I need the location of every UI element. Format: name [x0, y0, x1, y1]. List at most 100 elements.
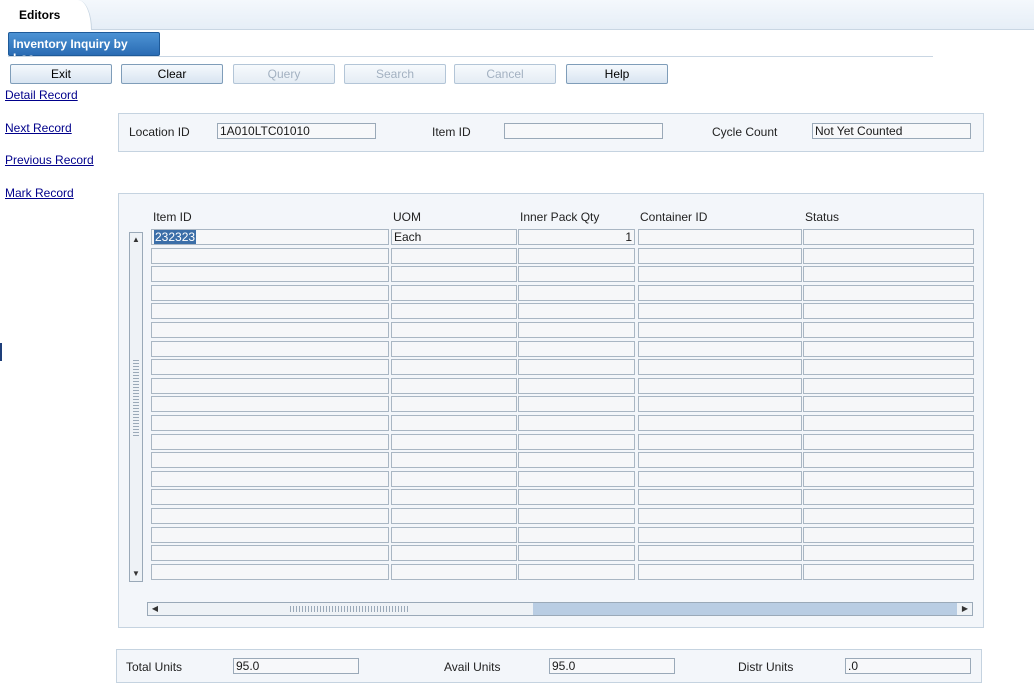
- cell-inner-pack-qty[interactable]: [518, 434, 635, 450]
- avail-units-field[interactable]: 95.0: [549, 658, 675, 674]
- cell-status[interactable]: [803, 303, 974, 319]
- cell-container-id[interactable]: [638, 359, 802, 375]
- cell-item-id[interactable]: [151, 508, 389, 524]
- cell-uom[interactable]: [391, 322, 517, 338]
- cell-uom[interactable]: [391, 248, 517, 264]
- cell-item-id[interactable]: [151, 489, 389, 505]
- cell-container-id[interactable]: [638, 341, 802, 357]
- clear-button[interactable]: Clear: [121, 64, 223, 84]
- cell-item-id[interactable]: [151, 303, 389, 319]
- cell-inner-pack-qty[interactable]: [518, 471, 635, 487]
- scroll-grip[interactable]: [133, 358, 139, 438]
- cell-container-id[interactable]: [638, 508, 802, 524]
- cell-status[interactable]: [803, 396, 974, 412]
- cell-item-id[interactable]: [151, 266, 389, 282]
- cell-container-id[interactable]: [638, 266, 802, 282]
- cell-container-id[interactable]: [638, 285, 802, 301]
- cycle-count-field[interactable]: Not Yet Counted: [812, 123, 971, 139]
- cell-status[interactable]: [803, 452, 974, 468]
- cell-uom[interactable]: [391, 285, 517, 301]
- cell-inner-pack-qty[interactable]: [518, 489, 635, 505]
- cell-status[interactable]: [803, 527, 974, 543]
- cell-status[interactable]: [803, 415, 974, 431]
- scroll-up-icon[interactable]: ▲: [130, 233, 142, 247]
- cell-item-id[interactable]: [151, 564, 389, 580]
- cell-uom[interactable]: [391, 471, 517, 487]
- grid-vertical-scrollbar[interactable]: ▲ ▼: [129, 232, 143, 582]
- cell-inner-pack-qty[interactable]: [518, 285, 635, 301]
- cell-status[interactable]: [803, 322, 974, 338]
- total-units-field[interactable]: 95.0: [233, 658, 359, 674]
- cell-item-id[interactable]: [151, 527, 389, 543]
- cell-inner-pack-qty[interactable]: [518, 378, 635, 394]
- cell-status[interactable]: [803, 471, 974, 487]
- cell-status[interactable]: [803, 266, 974, 282]
- cell-uom[interactable]: [391, 564, 517, 580]
- cell-status[interactable]: [803, 489, 974, 505]
- cell-inner-pack-qty[interactable]: [518, 359, 635, 375]
- cell-container-id[interactable]: [638, 527, 802, 543]
- scroll-grip-horizontal[interactable]: [288, 606, 408, 612]
- cell-uom[interactable]: [391, 545, 517, 561]
- cell-inner-pack-qty[interactable]: [518, 396, 635, 412]
- cell-status[interactable]: [803, 378, 974, 394]
- cell-item-id[interactable]: [151, 396, 389, 412]
- form-title-tab[interactable]: Inventory Inquiry by Loc...: [8, 32, 160, 65]
- cell-container-id[interactable]: [638, 471, 802, 487]
- cell-inner-pack-qty[interactable]: [518, 452, 635, 468]
- detail-record-link[interactable]: Detail Record: [5, 88, 78, 102]
- cell-status[interactable]: [803, 341, 974, 357]
- cell-container-id[interactable]: [638, 434, 802, 450]
- scroll-left-icon[interactable]: ◀: [148, 603, 162, 615]
- query-button[interactable]: Query: [233, 64, 335, 84]
- cell-uom[interactable]: [391, 415, 517, 431]
- exit-button[interactable]: Exit: [10, 64, 112, 84]
- cell-container-id[interactable]: [638, 489, 802, 505]
- cell-inner-pack-qty[interactable]: [518, 415, 635, 431]
- next-record-link[interactable]: Next Record: [5, 121, 72, 135]
- cell-status[interactable]: [803, 229, 974, 245]
- cell-status[interactable]: [803, 248, 974, 264]
- cell-uom[interactable]: [391, 303, 517, 319]
- cell-uom[interactable]: [391, 359, 517, 375]
- cell-item-id[interactable]: [151, 322, 389, 338]
- cell-container-id[interactable]: [638, 564, 802, 580]
- cell-item-id[interactable]: 232323: [151, 229, 389, 245]
- help-button[interactable]: Help: [566, 64, 668, 84]
- cell-status[interactable]: [803, 545, 974, 561]
- cell-inner-pack-qty[interactable]: [518, 303, 635, 319]
- cell-item-id[interactable]: [151, 341, 389, 357]
- cell-status[interactable]: [803, 564, 974, 580]
- cell-uom[interactable]: [391, 378, 517, 394]
- cell-container-id[interactable]: [638, 396, 802, 412]
- cell-uom[interactable]: [391, 527, 517, 543]
- cell-uom[interactable]: [391, 452, 517, 468]
- search-button[interactable]: Search: [344, 64, 446, 84]
- cell-item-id[interactable]: [151, 285, 389, 301]
- cell-item-id[interactable]: [151, 452, 389, 468]
- tab-editors[interactable]: Editors: [0, 0, 92, 30]
- cell-uom[interactable]: [391, 341, 517, 357]
- previous-record-link[interactable]: Previous Record: [5, 153, 94, 167]
- cell-item-id[interactable]: [151, 415, 389, 431]
- scroll-thumb[interactable]: [533, 603, 957, 615]
- cell-inner-pack-qty[interactable]: 1: [518, 229, 635, 245]
- scroll-right-icon[interactable]: ▶: [958, 603, 972, 615]
- location-id-field[interactable]: 1A010LTC01010: [217, 123, 376, 139]
- cell-status[interactable]: [803, 508, 974, 524]
- grid-horizontal-scrollbar[interactable]: ◀ ▶: [147, 602, 973, 616]
- cell-container-id[interactable]: [638, 229, 802, 245]
- cell-container-id[interactable]: [638, 415, 802, 431]
- cell-item-id[interactable]: [151, 471, 389, 487]
- cell-item-id[interactable]: [151, 248, 389, 264]
- cell-inner-pack-qty[interactable]: [518, 341, 635, 357]
- cell-inner-pack-qty[interactable]: [518, 545, 635, 561]
- cell-item-id[interactable]: [151, 378, 389, 394]
- cancel-button[interactable]: Cancel: [454, 64, 556, 84]
- cell-container-id[interactable]: [638, 248, 802, 264]
- cell-inner-pack-qty[interactable]: [518, 248, 635, 264]
- cell-uom[interactable]: [391, 489, 517, 505]
- cell-uom[interactable]: [391, 266, 517, 282]
- cell-item-id[interactable]: [151, 434, 389, 450]
- cell-inner-pack-qty[interactable]: [518, 508, 635, 524]
